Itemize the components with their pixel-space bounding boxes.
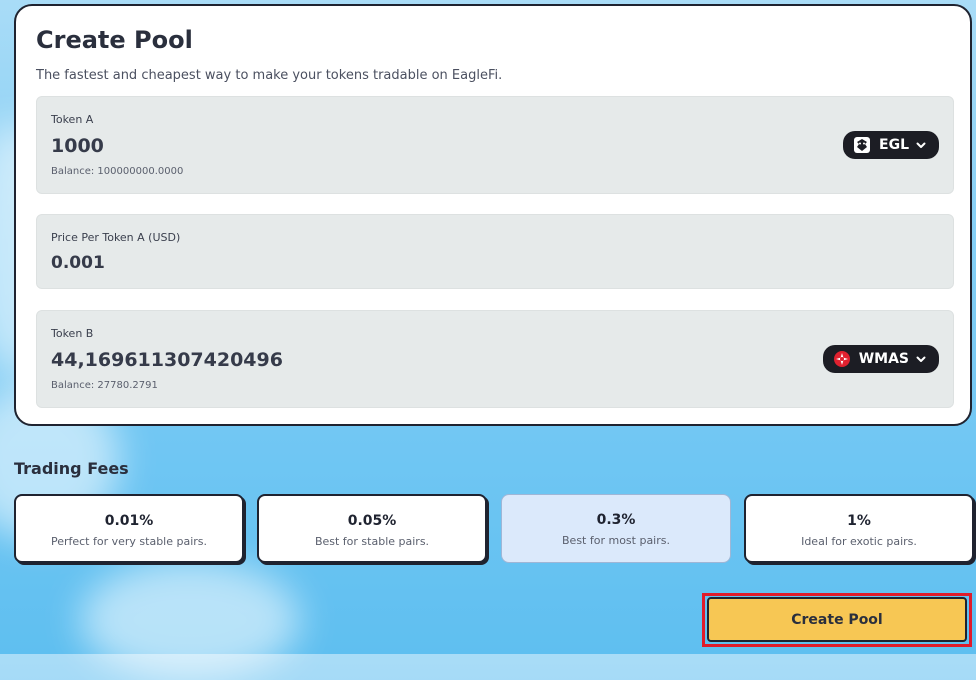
create-pool-button[interactable]: Create Pool: [707, 597, 967, 642]
page-subtitle: The fastest and cheapest way to make you…: [36, 68, 503, 83]
fee-description: Best for stable pairs.: [314, 535, 430, 548]
price-field[interactable]: Price Per Token A (USD) 0.001: [36, 214, 954, 289]
token-a-balance: Balance: 100000000.0000: [51, 166, 184, 177]
token-a-label: Token A: [51, 113, 94, 126]
token-b-balance: Balance: 27780.2791: [51, 380, 158, 391]
token-b-symbol: WMAS: [858, 351, 909, 367]
fee-description: Perfect for very stable pairs.: [50, 535, 208, 548]
token-b-label: Token B: [51, 327, 94, 340]
token-a-symbol: EGL: [879, 137, 909, 153]
token-a-field[interactable]: Token A 1000 Balance: 100000000.0000 EGL: [36, 96, 954, 194]
token-b-select-button[interactable]: WMAS: [822, 345, 939, 373]
price-input[interactable]: 0.001: [51, 253, 105, 273]
fee-option-0-3[interactable]: 0.3% Best for most pairs.: [501, 494, 731, 563]
fee-percent: 1%: [847, 513, 871, 529]
page-title: Create Pool: [36, 26, 193, 54]
eagle-token-icon: [853, 136, 871, 154]
fee-option-0-05[interactable]: 0.05% Best for stable pairs.: [257, 494, 487, 563]
chevron-down-icon: [915, 353, 927, 365]
token-b-field[interactable]: Token B 44,169611307420496 Balance: 2778…: [36, 310, 954, 408]
token-b-amount-input[interactable]: 44,169611307420496: [51, 349, 283, 371]
fee-description: Ideal for exotic pairs.: [801, 535, 917, 548]
create-pool-card: Create Pool The fastest and cheapest way…: [14, 4, 972, 426]
fee-option-0-01[interactable]: 0.01% Perfect for very stable pairs.: [14, 494, 244, 563]
token-a-amount-input[interactable]: 1000: [51, 135, 104, 157]
trading-fees-title: Trading Fees: [14, 459, 129, 478]
fee-description: Best for most pairs.: [562, 534, 670, 547]
fee-percent: 0.3%: [596, 512, 636, 528]
wmas-token-icon: [833, 350, 851, 368]
chevron-down-icon: [915, 139, 927, 151]
fee-percent: 0.05%: [347, 513, 397, 529]
price-label: Price Per Token A (USD): [51, 231, 181, 244]
token-a-select-button[interactable]: EGL: [843, 131, 939, 159]
fee-option-1[interactable]: 1% Ideal for exotic pairs.: [744, 494, 974, 563]
fee-percent: 0.01%: [104, 513, 154, 529]
